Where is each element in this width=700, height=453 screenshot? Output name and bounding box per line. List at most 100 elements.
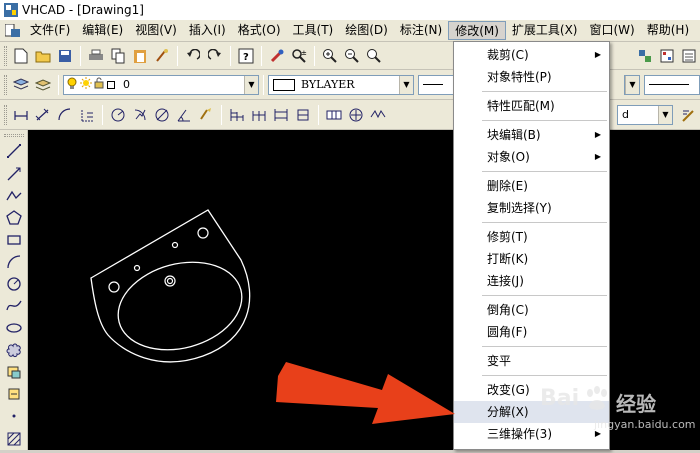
print-icon[interactable] [86,46,106,66]
modify-menu-item[interactable]: 对象特性(P) [454,66,609,88]
layer-previous-icon[interactable] [33,75,53,95]
quick-dimension-icon[interactable] [196,105,216,125]
layer-manager-icon[interactable] [11,75,31,95]
tool-palettes-icon[interactable] [657,46,677,66]
make-block-icon[interactable] [4,385,24,404]
modify-menu-item[interactable]: 连接(J) [454,270,609,292]
redo-icon[interactable] [205,46,225,66]
toolbar-grip[interactable] [3,134,24,137]
watermark-url: jingyan.baidu.com [594,418,696,431]
insert-block-icon[interactable] [4,363,24,382]
modify-menu-item[interactable]: 块编辑(B) ▶ [454,124,609,146]
aligned-dimension-icon[interactable] [33,105,53,125]
circle-icon[interactable] [4,274,24,293]
menu-dimension[interactable]: 标注(N) [394,21,448,40]
continue-dimension-icon[interactable] [249,105,269,125]
dimstyle-manager-icon[interactable] [679,105,699,125]
new-file-icon[interactable] [11,46,31,66]
menu-format[interactable]: 格式(O) [232,21,287,40]
menu-draw[interactable]: 绘图(D) [339,21,394,40]
modify-menu-item[interactable]: 复制选择(Y) [454,197,609,219]
arc-length-icon[interactable] [55,105,75,125]
polygon-icon[interactable] [4,208,24,227]
tolerance-icon[interactable] [324,105,344,125]
dropdown-arrow-icon[interactable]: ▼ [658,105,672,124]
hatch-icon[interactable] [4,429,24,448]
toolbar-grip[interactable] [4,45,7,66]
toolbar-grip[interactable] [4,74,7,95]
copy-icon[interactable] [108,46,128,66]
modify-menu-item[interactable]: 对象(O) ▶ [454,146,609,168]
modify-menu-item[interactable]: 修剪(T) [454,226,609,248]
menu-file[interactable]: 文件(F) [24,21,76,40]
jogged-dimension-icon[interactable] [130,105,150,125]
menu-separator [482,222,607,223]
menu-item-label: 变平 [487,354,512,368]
menu-modify[interactable]: 修改(M) [448,21,506,40]
arc-icon[interactable] [4,252,24,271]
ellipse-icon[interactable] [4,319,24,338]
undo-icon[interactable] [183,46,203,66]
baseline-dimension-icon[interactable] [227,105,247,125]
ordinate-dimension-icon[interactable] [77,105,97,125]
menu-help[interactable]: 帮助(H) [641,21,695,40]
dimension-space-icon[interactable] [271,105,291,125]
menu-window[interactable]: 窗口(W) [584,21,641,40]
menu-edit[interactable]: 编辑(E) [76,21,129,40]
point-icon[interactable] [4,407,24,426]
toolbar-separator [58,74,59,95]
dimstyle-dropdown[interactable]: d ▼ [617,104,673,125]
radius-dimension-icon[interactable] [108,105,128,125]
modify-menu-item[interactable]: 删除(E) [454,175,609,197]
line-icon[interactable] [4,142,24,161]
zoom-window-icon[interactable] [364,46,384,66]
revision-cloud-icon[interactable] [4,341,24,360]
menu-item-label: 圆角(F) [487,325,528,339]
spline-icon[interactable] [4,297,24,316]
modify-menu-item[interactable]: 倒角(C) [454,299,609,321]
zoom-in-icon[interactable] [320,46,340,66]
center-mark-icon[interactable] [346,105,366,125]
plotstyle-dropdown[interactable] [644,74,700,95]
dimension-break-icon[interactable] [293,105,313,125]
menu-tools[interactable]: 工具(T) [287,21,340,40]
modify-menu-item[interactable]: 裁剪(C) ▶ [454,44,609,66]
modify-menu-item[interactable]: 特性匹配(M) [454,95,609,117]
diameter-dimension-icon[interactable] [152,105,172,125]
save-icon[interactable] [55,46,75,66]
sun-freeze-icon [80,77,92,92]
toolbar-separator [318,104,319,125]
dropdown-arrow-icon[interactable]: ▼ [625,75,639,94]
ray-icon[interactable] [4,164,24,183]
menu-extended-tools[interactable]: 扩展工具(X) [506,21,584,40]
document-system-icon[interactable] [2,22,24,40]
rectangle-icon[interactable] [4,230,24,249]
paste-icon[interactable] [130,46,150,66]
linetype-dropdown[interactable] [418,74,458,95]
linear-dimension-icon[interactable] [11,105,31,125]
toolbar-separator [102,104,103,125]
properties-icon[interactable] [679,46,699,66]
design-center-icon[interactable] [635,46,655,66]
inspection-icon[interactable] [368,105,388,125]
dropdown-arrow-icon[interactable]: ▼ [244,75,258,94]
toolbar-grip[interactable] [4,104,7,125]
zoom-out-icon[interactable] [342,46,362,66]
help-icon[interactable]: ? [236,46,256,66]
menu-view[interactable]: 视图(V) [129,21,183,40]
modify-menu-item[interactable]: 圆角(F) [454,321,609,343]
zoom-realtime-icon[interactable]: ± [289,46,309,66]
angular-dimension-icon[interactable] [174,105,194,125]
match-properties-brush-icon[interactable] [152,46,172,66]
dropdown-arrow-icon[interactable]: ▼ [399,75,413,94]
modify-menu-item[interactable]: 变平 [454,350,609,372]
polyline-icon[interactable] [4,186,24,205]
open-folder-icon[interactable] [33,46,53,66]
color-dropdown[interactable]: BYLAYER ▼ [268,74,414,95]
lineweight-dropdown-arrow[interactable]: ▼ [624,74,640,95]
menu-insert[interactable]: 插入(I) [183,21,232,40]
toolbar-separator [314,45,315,66]
layer-dropdown[interactable]: 0 ▼ [63,74,259,95]
modify-menu-item[interactable]: 打断(K) [454,248,609,270]
pan-realtime-icon[interactable] [267,46,287,66]
